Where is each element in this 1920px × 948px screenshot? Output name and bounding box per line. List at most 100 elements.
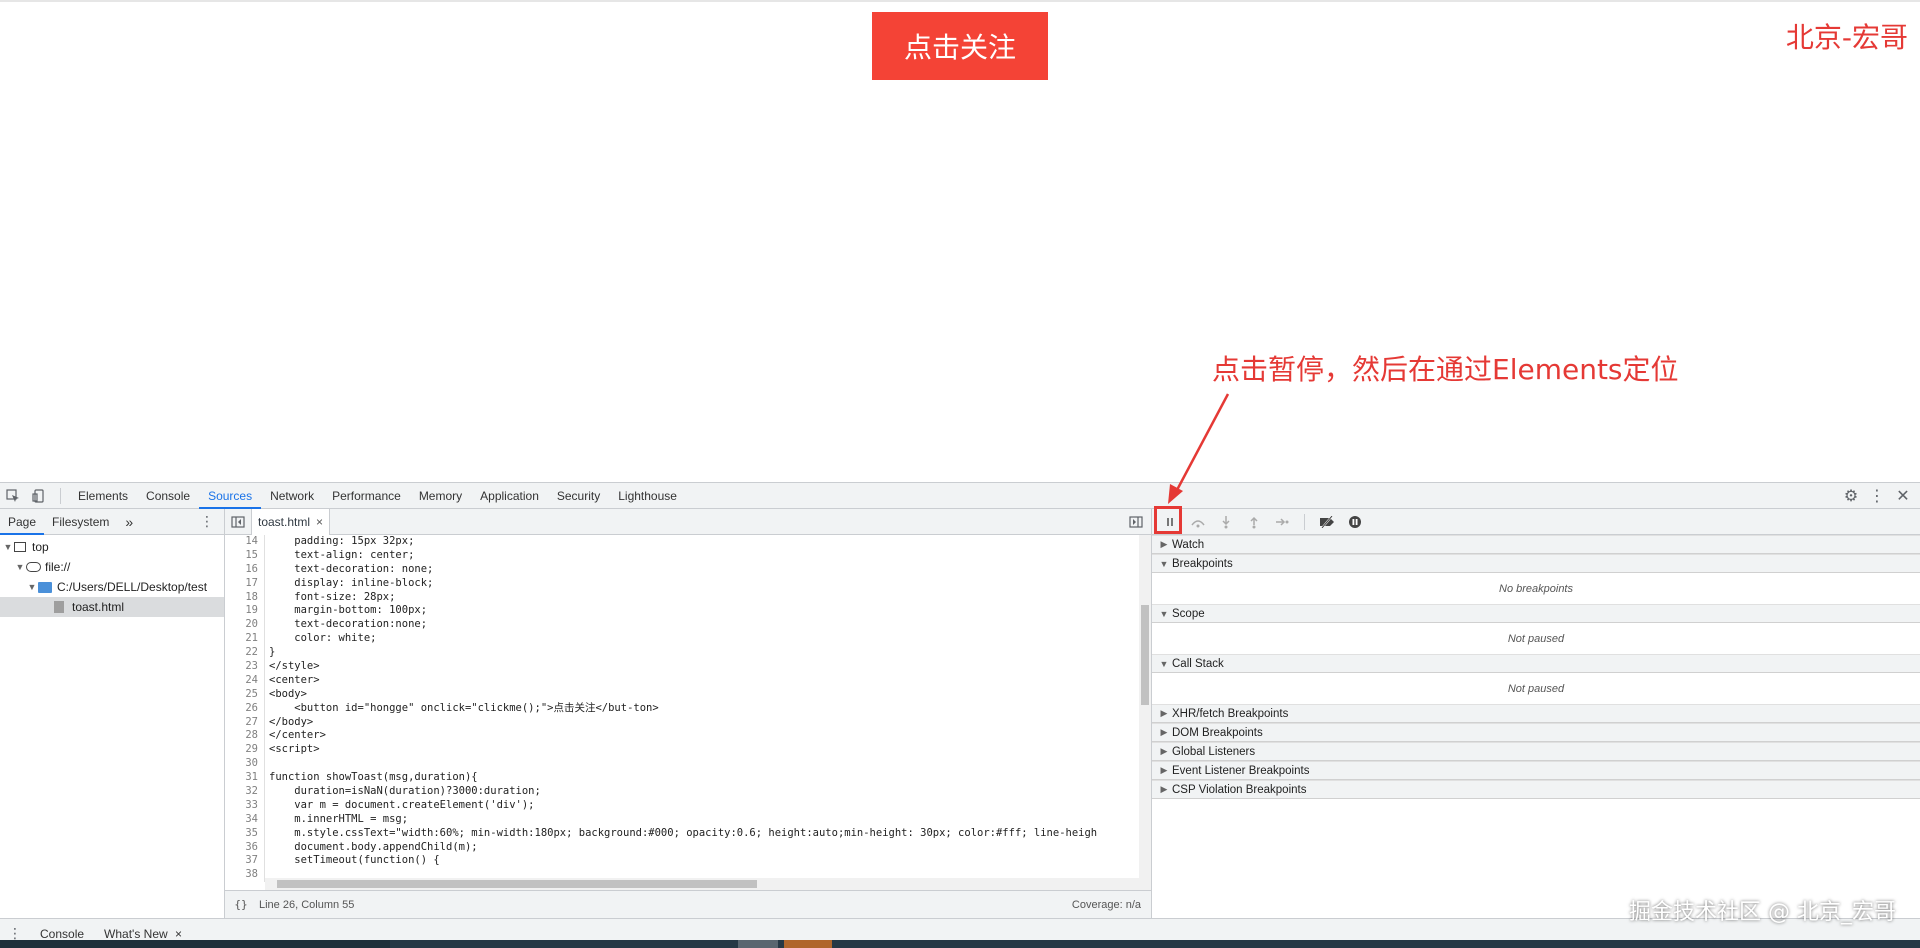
pane-header[interactable]: ▶ XHR/fetch Breakpoints: [1152, 704, 1920, 723]
pane-header[interactable]: ▼ Scope: [1152, 604, 1920, 623]
line-number[interactable]: 38: [225, 868, 265, 883]
toggle-debugger-icon[interactable]: [1123, 509, 1149, 535]
pane-header[interactable]: ▶ Event Listener Breakpoints: [1152, 761, 1920, 780]
line-number[interactable]: 17: [225, 576, 265, 591]
collapsed-triangle-icon[interactable]: ▶: [1158, 746, 1170, 757]
toggle-navigator-icon[interactable]: [225, 509, 251, 535]
vertical-scrollbar[interactable]: [1139, 535, 1151, 890]
line-number[interactable]: 19: [225, 604, 265, 619]
tab-console[interactable]: Console: [137, 483, 199, 509]
code-line[interactable]: 14 padding: 15px 32px;: [225, 535, 1151, 549]
pane-header[interactable]: ▼ Breakpoints: [1152, 554, 1920, 573]
pane-header[interactable]: ▶ DOM Breakpoints: [1152, 723, 1920, 742]
line-number[interactable]: 20: [225, 618, 265, 633]
pane-header[interactable]: ▶ CSP Violation Breakpoints: [1152, 780, 1920, 799]
code-line[interactable]: 16 text-decoration: none;: [225, 562, 1151, 577]
nav-tab-filesystem[interactable]: Filesystem: [44, 509, 117, 535]
collapsed-triangle-icon[interactable]: ▶: [1158, 784, 1170, 795]
step-icon[interactable]: [1268, 509, 1296, 535]
code-line[interactable]: 32 duration=isNaN(duration)?3000:duratio…: [225, 785, 1151, 799]
pane-header[interactable]: ▶ Watch: [1152, 535, 1920, 554]
step-over-icon[interactable]: [1184, 509, 1212, 535]
line-number[interactable]: 23: [225, 660, 265, 674]
code-line[interactable]: 22}: [225, 646, 1151, 661]
editor-tab-toast-html[interactable]: toast.html ×: [251, 508, 331, 535]
tree-item-file-origin[interactable]: ▼ file://: [0, 557, 224, 577]
code-line[interactable]: 27 </body>: [225, 715, 1151, 730]
tab-memory[interactable]: Memory: [410, 483, 471, 509]
code-line[interactable]: 23 </style>: [225, 660, 1151, 674]
horizontal-scrollbar[interactable]: [265, 878, 1139, 890]
tab-performance[interactable]: Performance: [323, 483, 410, 509]
code-line[interactable]: 17 display: inline-block;: [225, 576, 1151, 591]
code-line[interactable]: 21 color: white;: [225, 632, 1151, 647]
nav-tab-page[interactable]: Page: [0, 509, 45, 535]
code-line[interactable]: 26 <button id="hongge" onclick="clickme(…: [225, 701, 1151, 716]
tree-item-toast-html[interactable]: toast.html: [0, 597, 224, 617]
line-number[interactable]: 14: [225, 535, 265, 549]
code-content[interactable]: 14 padding: 15px 32px; 15 text-align: cen…: [225, 535, 1151, 890]
tab-application[interactable]: Application: [471, 483, 548, 509]
code-line[interactable]: 28 </center>: [225, 729, 1151, 744]
line-number[interactable]: 34: [225, 812, 265, 827]
close-drawer-tab-icon[interactable]: ×: [175, 927, 182, 941]
code-line[interactable]: 31 function showToast(msg,duration){: [225, 771, 1151, 786]
code-line[interactable]: 18 font-size: 28px;: [225, 590, 1151, 605]
code-line[interactable]: 19 margin-bottom: 100px;: [225, 604, 1151, 619]
step-into-icon[interactable]: [1212, 509, 1240, 535]
line-number[interactable]: 35: [225, 826, 265, 841]
tree-item-top[interactable]: ▼ top: [0, 537, 224, 557]
code-line[interactable]: 30: [225, 757, 1151, 772]
line-number[interactable]: 15: [225, 548, 265, 563]
tab-security[interactable]: Security: [548, 483, 609, 509]
line-number[interactable]: 28: [225, 729, 265, 744]
code-line[interactable]: 29 <script>: [225, 743, 1151, 758]
device-toolbar-icon[interactable]: [26, 483, 52, 509]
collapsed-triangle-icon[interactable]: ▶: [1158, 539, 1170, 550]
collapsed-triangle-icon[interactable]: ▶: [1158, 765, 1170, 776]
expand-triangle-icon[interactable]: ▼: [14, 562, 26, 572]
expanded-triangle-icon[interactable]: ▼: [1158, 609, 1170, 619]
line-number[interactable]: 37: [225, 854, 265, 869]
line-number[interactable]: 30: [225, 757, 265, 772]
collapsed-triangle-icon[interactable]: ▶: [1158, 708, 1170, 719]
pane-header[interactable]: ▶ Global Listeners: [1152, 742, 1920, 761]
code-line[interactable]: 24 <center>: [225, 673, 1151, 688]
pretty-print-icon[interactable]: {}: [225, 898, 257, 911]
tab-lighthouse[interactable]: Lighthouse: [609, 483, 686, 509]
line-number[interactable]: 31: [225, 771, 265, 786]
pane-header[interactable]: ▼ Call Stack: [1152, 654, 1920, 673]
line-number[interactable]: 18: [225, 590, 265, 605]
code-line[interactable]: 15 text-align: center;: [225, 548, 1151, 563]
expand-triangle-icon[interactable]: ▼: [26, 582, 38, 592]
code-line[interactable]: 34 m.innerHTML = msg;: [225, 812, 1151, 827]
follow-button[interactable]: 点击关注: [872, 12, 1048, 80]
line-number[interactable]: 27: [225, 715, 265, 730]
deactivate-breakpoints-icon[interactable]: [1313, 509, 1341, 535]
step-out-icon[interactable]: [1240, 509, 1268, 535]
settings-gear-icon[interactable]: ⚙: [1838, 483, 1864, 509]
line-number[interactable]: 25: [225, 687, 265, 702]
inspect-element-icon[interactable]: [0, 483, 26, 509]
line-number[interactable]: 24: [225, 673, 265, 688]
more-options-icon[interactable]: ⋮: [1864, 483, 1890, 509]
line-number[interactable]: 26: [225, 701, 265, 716]
line-number[interactable]: 21: [225, 632, 265, 647]
line-number[interactable]: 36: [225, 840, 265, 855]
line-number[interactable]: 32: [225, 785, 265, 799]
code-line[interactable]: 33 var m = document.createElement('div')…: [225, 798, 1151, 813]
tab-elements[interactable]: Elements: [69, 483, 137, 509]
scroll-thumb[interactable]: [277, 880, 757, 888]
tab-network[interactable]: Network: [261, 483, 323, 509]
line-number[interactable]: 16: [225, 562, 265, 577]
navigator-menu-icon[interactable]: ⋮: [200, 513, 214, 530]
expanded-triangle-icon[interactable]: ▼: [1158, 659, 1170, 669]
tab-sources[interactable]: Sources: [199, 483, 262, 509]
code-line[interactable]: 20 text-decoration:none;: [225, 618, 1151, 633]
scroll-thumb[interactable]: [1141, 605, 1149, 705]
line-number[interactable]: 29: [225, 743, 265, 758]
tree-item-folder[interactable]: ▼ C:/Users/DELL/Desktop/test: [0, 577, 224, 597]
expanded-triangle-icon[interactable]: ▼: [1158, 559, 1170, 569]
line-number[interactable]: 22: [225, 646, 265, 661]
expand-triangle-icon[interactable]: ▼: [2, 542, 14, 552]
